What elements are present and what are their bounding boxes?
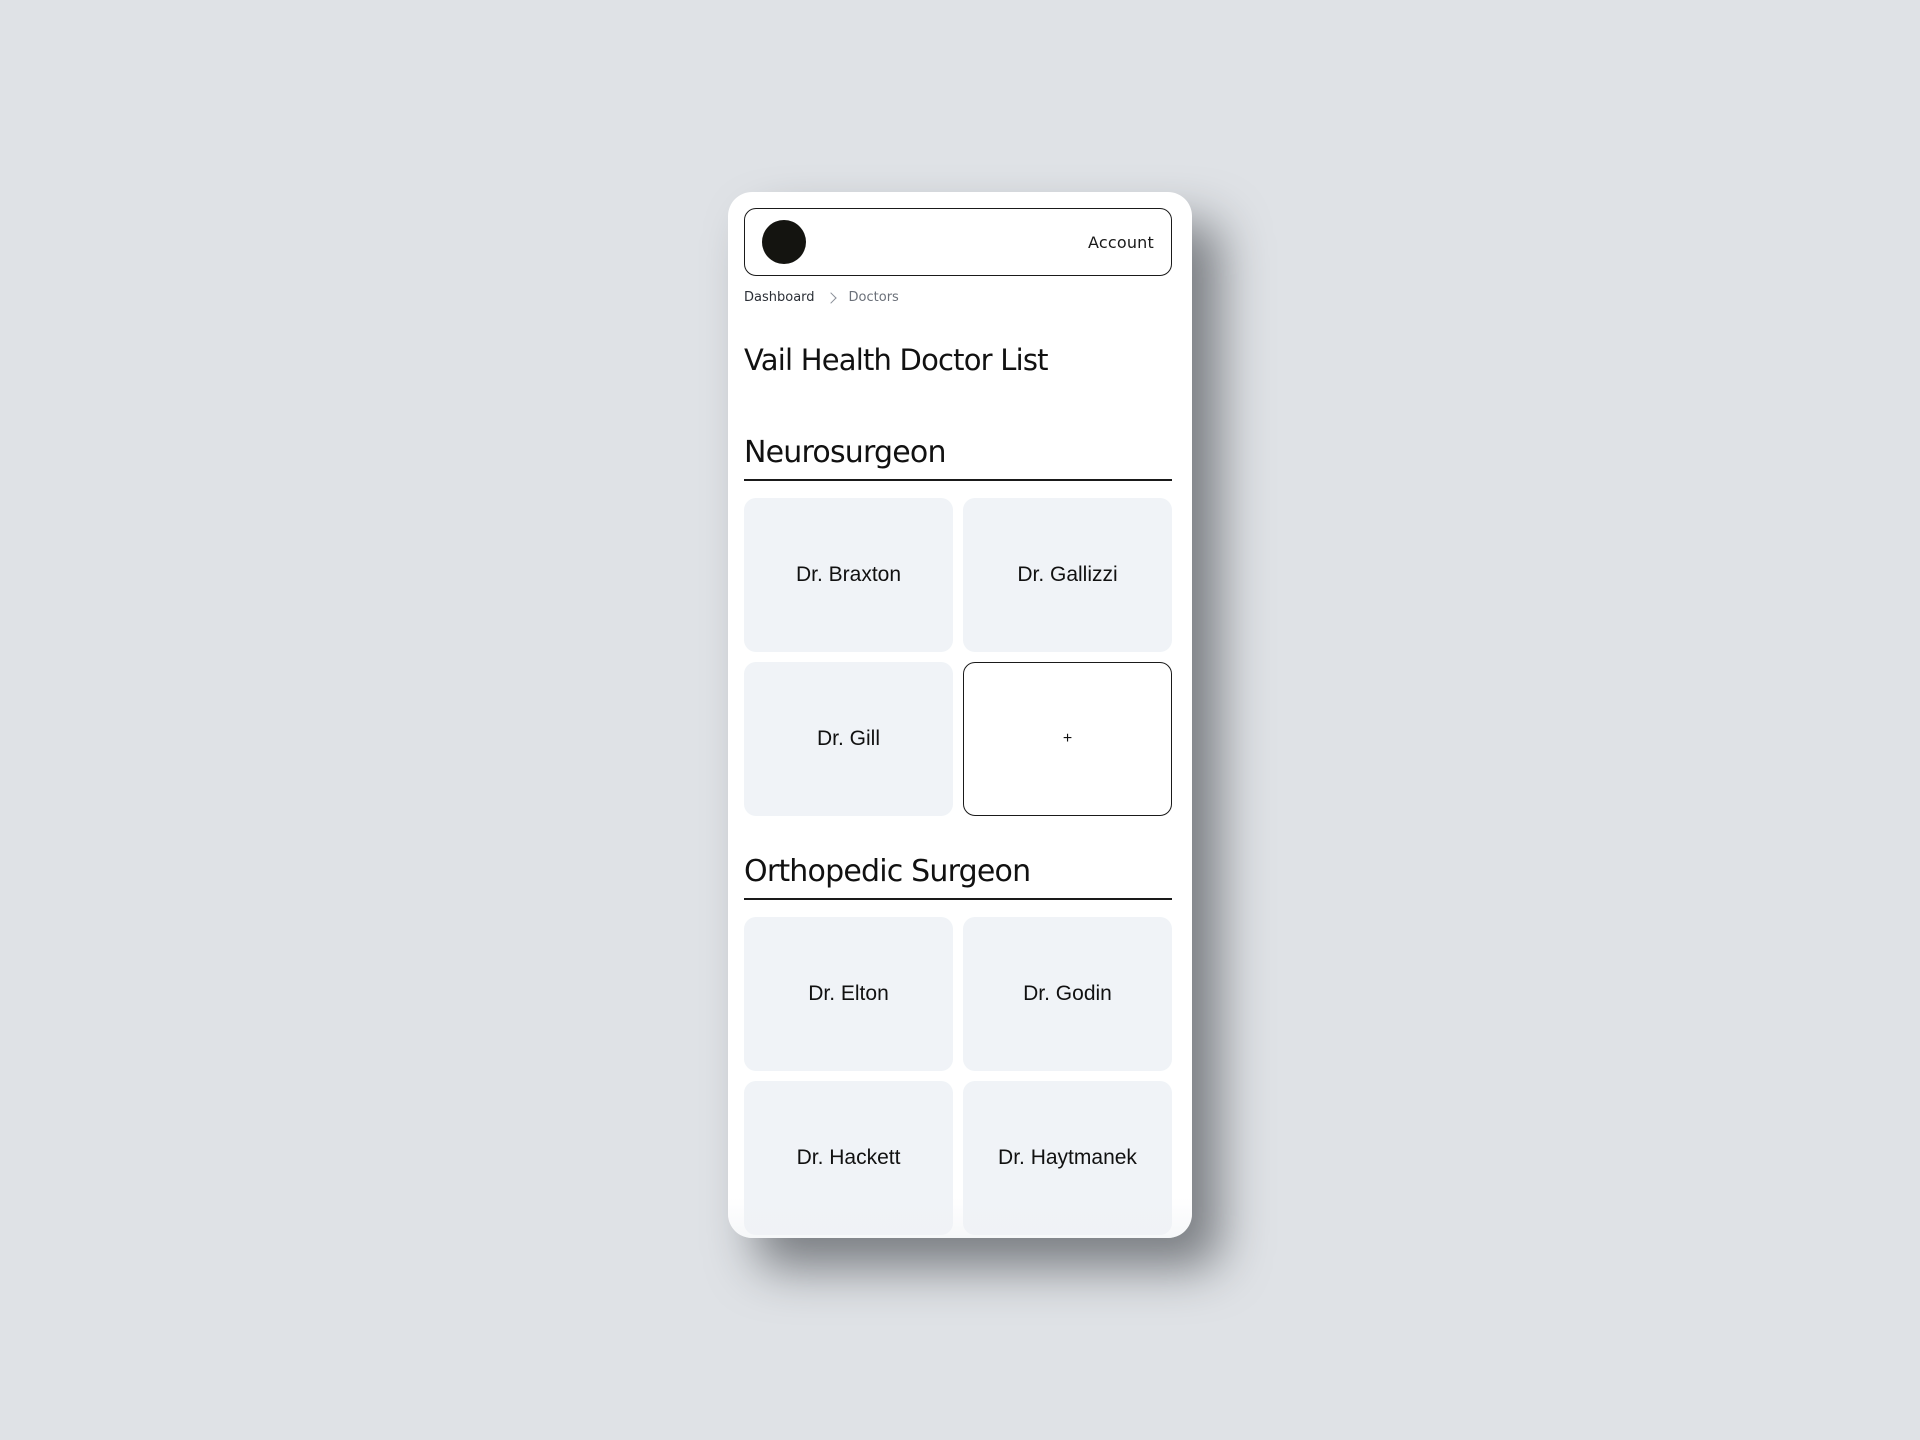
breadcrumb-dashboard[interactable]: Dashboard bbox=[744, 290, 815, 305]
add-doctor-button[interactable]: + bbox=[963, 662, 1172, 816]
page-title: Vail Health Doctor List bbox=[744, 343, 1049, 377]
doctor-card[interactable]: Dr. Gill bbox=[744, 662, 953, 816]
section-neurosurgeon: Neurosurgeon Dr. Braxton Dr. Gallizzi Dr… bbox=[744, 430, 1172, 816]
phone-screen: Account Dashboard Doctors Vail Health Do… bbox=[728, 192, 1192, 1238]
breadcrumb-doctors: Doctors bbox=[848, 290, 899, 305]
chevron-right-icon bbox=[824, 291, 837, 304]
plus-icon: + bbox=[1062, 730, 1073, 747]
doctor-card[interactable]: Dr. Braxton bbox=[744, 498, 953, 652]
section-divider bbox=[744, 479, 1172, 481]
account-link[interactable]: Account bbox=[1088, 233, 1154, 252]
canvas: Account Dashboard Doctors Vail Health Do… bbox=[0, 0, 1920, 1440]
section-orthopedic-surgeon: Orthopedic Surgeon Dr. Elton Dr. Godin D… bbox=[744, 849, 1172, 1235]
breadcrumb: Dashboard Doctors bbox=[744, 290, 899, 305]
doctor-grid: Dr. Elton Dr. Godin Dr. Hackett Dr. Hayt… bbox=[744, 917, 1172, 1235]
doctor-card[interactable]: Dr. Haytmanek bbox=[963, 1081, 1172, 1235]
section-title: Orthopedic Surgeon bbox=[744, 854, 1031, 889]
avatar[interactable] bbox=[762, 220, 806, 264]
doctor-card[interactable]: Dr. Elton bbox=[744, 917, 953, 1071]
doctor-grid: Dr. Braxton Dr. Gallizzi Dr. Gill + bbox=[744, 498, 1172, 816]
section-title: Neurosurgeon bbox=[744, 435, 946, 470]
section-divider bbox=[744, 898, 1172, 900]
doctor-card[interactable]: Dr. Gallizzi bbox=[963, 498, 1172, 652]
doctor-card[interactable]: Dr. Hackett bbox=[744, 1081, 953, 1235]
top-bar: Account bbox=[744, 208, 1172, 276]
doctor-card[interactable]: Dr. Godin bbox=[963, 917, 1172, 1071]
